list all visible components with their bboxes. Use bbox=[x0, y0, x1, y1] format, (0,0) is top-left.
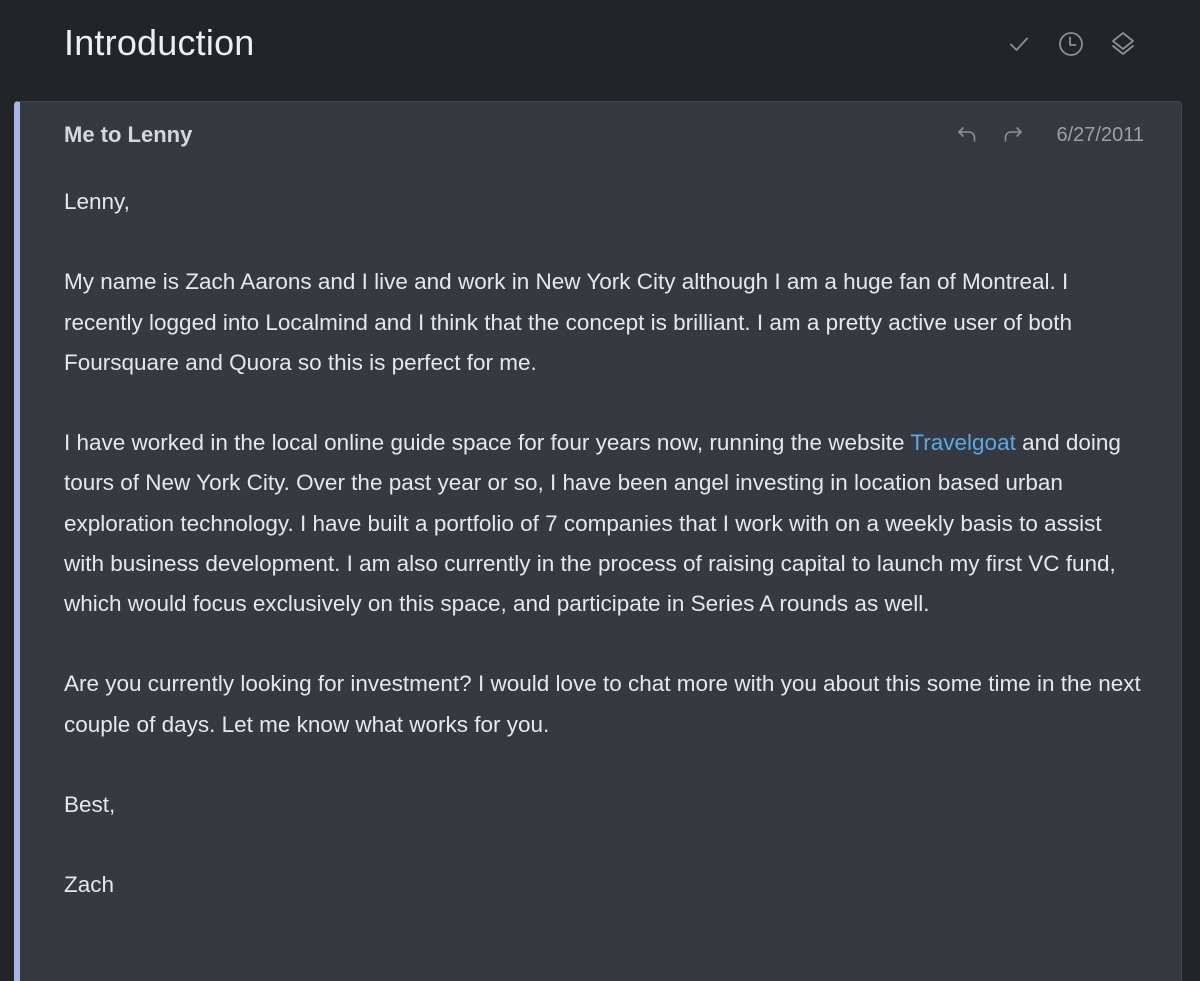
check-icon bbox=[1010, 37, 1028, 51]
message-date: 6/27/2011 bbox=[1056, 124, 1145, 146]
thread-header: Introduction bbox=[0, 0, 1200, 90]
message-card: Me to Lenny 6/27/2011 Lenny, My name is … bbox=[14, 101, 1182, 981]
thread-actions bbox=[1004, 29, 1138, 59]
paragraph-intro: My name is Zach Aarons and I live and wo… bbox=[64, 269, 1073, 375]
paragraph-background-end: and doing tours of New York City. Over t… bbox=[64, 430, 1121, 616]
remind-me-button[interactable] bbox=[1056, 29, 1086, 59]
move-button[interactable] bbox=[1108, 29, 1138, 59]
reply-icon bbox=[958, 127, 976, 142]
closing: Best, bbox=[64, 791, 116, 817]
message-actions bbox=[954, 122, 1026, 148]
thread-subject: Introduction bbox=[64, 22, 255, 63]
layers-icon bbox=[1112, 32, 1134, 55]
forward-button[interactable] bbox=[1000, 122, 1026, 148]
travelgoat-link[interactable]: Travelgoat bbox=[910, 430, 1015, 455]
sender-line[interactable]: Me to Lenny bbox=[64, 120, 192, 150]
paragraph-background: I have worked in the local online guide … bbox=[64, 423, 1144, 624]
paragraph-ask: Are you currently looking for investment… bbox=[64, 671, 1141, 737]
clock-icon bbox=[1059, 32, 1083, 56]
message-body: Lenny, My name is Zach Aarons and I live… bbox=[64, 182, 1144, 946]
signature: Zach bbox=[64, 872, 115, 898]
message-header: Me to Lenny 6/27/2011 bbox=[64, 120, 1144, 150]
mark-done-button[interactable] bbox=[1004, 29, 1034, 59]
greeting: Lenny, bbox=[64, 189, 130, 214]
paragraph-background-start: I have worked in the local online guide … bbox=[64, 430, 911, 456]
forward-icon bbox=[1004, 127, 1022, 142]
reply-button[interactable] bbox=[954, 122, 980, 148]
